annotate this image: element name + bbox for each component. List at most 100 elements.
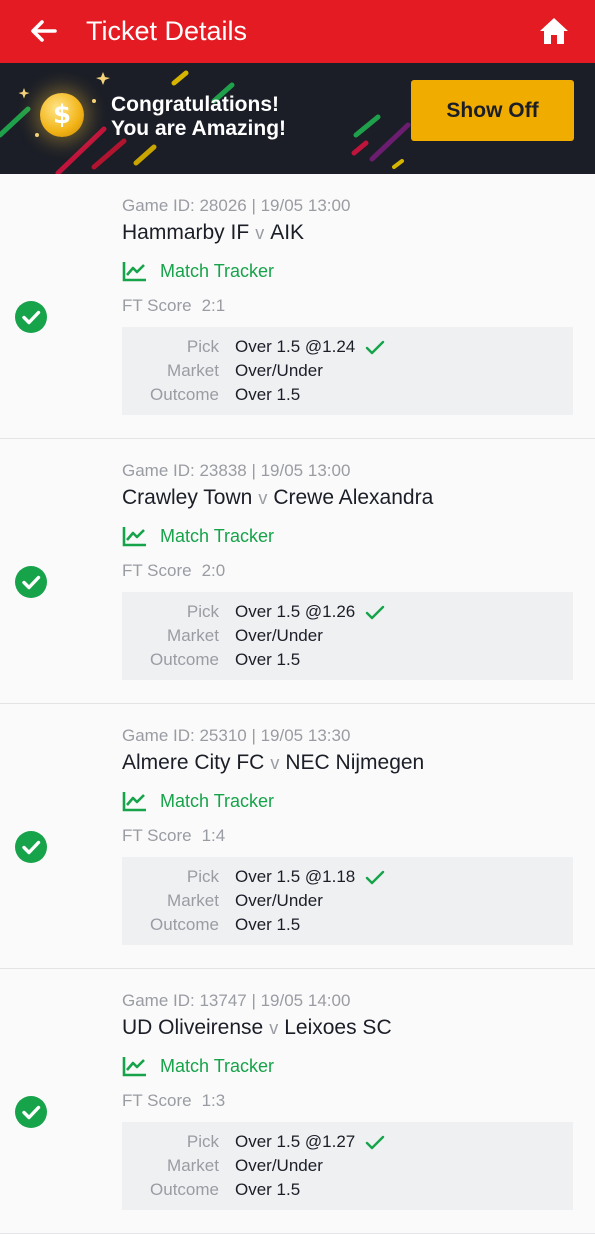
pick-won-check-icon — [365, 870, 385, 885]
selection-card: Game ID: 23838 | 19/05 13:00 Crawley Tow… — [0, 439, 595, 704]
versus-label: v — [269, 1018, 279, 1038]
pick-row: Pick Over 1.5 @1.27 — [122, 1132, 573, 1156]
pick-label: Pick — [186, 1132, 219, 1151]
outcome-label: Outcome — [150, 385, 219, 404]
away-team: Leixoes SC — [284, 1016, 392, 1039]
match-tracker-label: Match Tracker — [160, 526, 275, 546]
ft-score-value: 2:1 — [201, 296, 226, 315]
away-team: AIK — [270, 221, 305, 244]
selection-card: Game ID: 25310 | 19/05 13:30 Almere City… — [0, 704, 595, 969]
pick-details: Pick Over 1.5 @1.18 Market Over/Under Ou… — [122, 857, 573, 945]
home-team: Hammarby IF — [122, 221, 250, 244]
chart-line-icon — [122, 527, 146, 547]
ft-score-value: 1:4 — [201, 826, 226, 845]
show-off-button[interactable]: Show Off — [411, 80, 574, 141]
market-label: Market — [167, 891, 219, 910]
pick-row: Pick Over 1.5 @1.26 — [122, 602, 573, 626]
outcome-value: Over 1.5 — [235, 385, 301, 404]
game-info: Game ID: 28026 | 19/05 13:00 — [122, 196, 351, 215]
pick-details: Pick Over 1.5 @1.27 Market Over/Under Ou… — [122, 1122, 573, 1210]
page-title: Ticket Details — [86, 16, 248, 46]
ft-score-label: FT Score — [122, 296, 192, 315]
market-label: Market — [167, 361, 219, 380]
won-check-icon — [15, 1096, 47, 1128]
pick-label: Pick — [186, 337, 219, 356]
market-value: Over/Under — [235, 1156, 323, 1175]
pick-value: Over 1.5 @1.26 — [235, 602, 356, 621]
won-check-icon — [15, 301, 47, 333]
outcome-row: Outcome Over 1.5 — [122, 1180, 573, 1204]
match-teams: UD Oliveirense v Leixoes SC — [122, 1016, 392, 1040]
pick-value: Over 1.5 @1.27 — [235, 1132, 356, 1151]
promo-banner: $ Congratulations! You are Amazing! Show… — [0, 63, 595, 174]
arrow-left-icon[interactable] — [28, 16, 58, 46]
home-icon[interactable] — [538, 15, 570, 47]
home-team: Crawley Town — [122, 486, 253, 509]
pick-details: Pick Over 1.5 @1.24 Market Over/Under Ou… — [122, 327, 573, 415]
outcome-row: Outcome Over 1.5 — [122, 385, 573, 409]
selection-card: Game ID: 13747 | 19/05 14:00 UD Oliveire… — [0, 969, 595, 1234]
match-teams: Crawley Town v Crewe Alexandra — [122, 486, 433, 510]
chart-line-icon — [122, 792, 146, 812]
match-tracker-label: Match Tracker — [160, 261, 275, 281]
ft-score: FT Score 1:3 — [122, 1091, 225, 1111]
market-value: Over/Under — [235, 361, 323, 380]
outcome-row: Outcome Over 1.5 — [122, 915, 573, 939]
match-tracker-label: Match Tracker — [160, 791, 275, 811]
match-teams: Hammarby IF v AIK — [122, 221, 304, 245]
ft-score-label: FT Score — [122, 561, 192, 580]
outcome-label: Outcome — [150, 650, 219, 669]
match-tracker-label: Match Tracker — [160, 1056, 275, 1076]
home-team: Almere City FC — [122, 751, 265, 774]
home-team: UD Oliveirense — [122, 1016, 264, 1039]
versus-label: v — [255, 223, 265, 243]
pick-label: Pick — [186, 602, 219, 621]
pick-won-check-icon — [365, 1135, 385, 1150]
market-label: Market — [167, 626, 219, 645]
selection-card: Game ID: 28026 | 19/05 13:00 Hammarby IF… — [0, 174, 595, 439]
pick-value: Over 1.5 @1.24 — [235, 337, 356, 356]
game-info: Game ID: 13747 | 19/05 14:00 — [122, 991, 351, 1010]
market-row: Market Over/Under — [122, 626, 573, 650]
pick-row: Pick Over 1.5 @1.24 — [122, 337, 573, 361]
versus-label: v — [258, 488, 268, 508]
coin-icon: $ — [40, 93, 84, 137]
outcome-row: Outcome Over 1.5 — [122, 650, 573, 674]
ft-score-value: 2:0 — [201, 561, 226, 580]
ft-score: FT Score 1:4 — [122, 826, 225, 846]
away-team: Crewe Alexandra — [273, 486, 434, 509]
outcome-value: Over 1.5 — [235, 650, 301, 669]
congrats-text: Congratulations! You are Amazing! — [111, 93, 286, 141]
ft-score-label: FT Score — [122, 1091, 192, 1110]
outcome-label: Outcome — [150, 1180, 219, 1199]
outcome-value: Over 1.5 — [235, 1180, 301, 1199]
ft-score-label: FT Score — [122, 826, 192, 845]
app-header: Ticket Details — [0, 0, 595, 63]
game-info: Game ID: 25310 | 19/05 13:30 — [122, 726, 351, 745]
market-value: Over/Under — [235, 626, 323, 645]
congrats-line-2: You are Amazing! — [111, 117, 287, 140]
pick-label: Pick — [186, 867, 219, 886]
versus-label: v — [270, 753, 280, 773]
won-check-icon — [15, 566, 47, 598]
match-teams: Almere City FC v NEC Nijmegen — [122, 751, 424, 775]
outcome-value: Over 1.5 — [235, 915, 301, 934]
outcome-label: Outcome — [150, 915, 219, 934]
away-team: NEC Nijmegen — [285, 751, 425, 774]
congrats-line-1: Congratulations! — [111, 93, 279, 116]
market-value: Over/Under — [235, 891, 323, 910]
market-row: Market Over/Under — [122, 1156, 573, 1180]
ft-score: FT Score 2:1 — [122, 296, 225, 316]
chart-line-icon — [122, 262, 146, 282]
pick-won-check-icon — [365, 340, 385, 355]
won-check-icon — [15, 831, 47, 863]
market-row: Market Over/Under — [122, 361, 573, 385]
ft-score-value: 1:3 — [201, 1091, 226, 1110]
ft-score: FT Score 2:0 — [122, 561, 225, 581]
pick-value: Over 1.5 @1.18 — [235, 867, 356, 886]
market-label: Market — [167, 1156, 219, 1175]
game-info: Game ID: 23838 | 19/05 13:00 — [122, 461, 351, 480]
chart-line-icon — [122, 1057, 146, 1077]
pick-details: Pick Over 1.5 @1.26 Market Over/Under Ou… — [122, 592, 573, 680]
pick-row: Pick Over 1.5 @1.18 — [122, 867, 573, 891]
